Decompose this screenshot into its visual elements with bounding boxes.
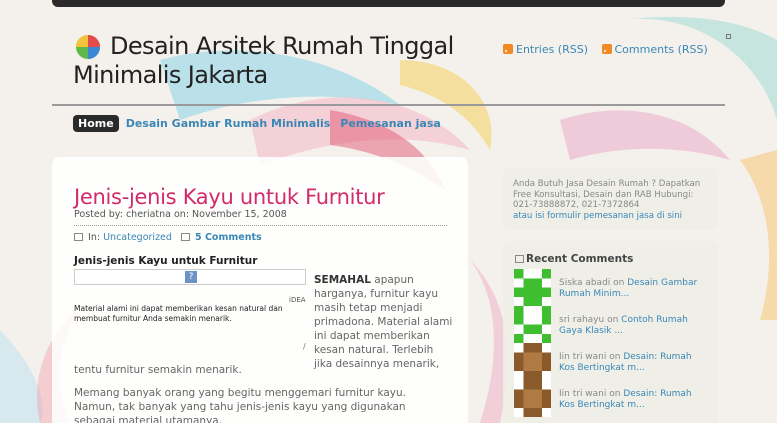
promo-text: Anda Butuh Jasa Desain Rumah ? Dapatkan … [513,179,701,210]
post-image: ? [74,269,306,285]
comment-author: Siska abadi [559,278,611,288]
promo-box: Anda Butuh Jasa Desain Rumah ? Dapatkan … [503,167,717,230]
post-categories: In: Uncategorized 5 Comments [74,232,262,243]
comment-entry: Iin tri wani on Desain: Rumah Kos Bertin… [559,389,709,411]
comment-author: Iin tri wani [559,352,607,362]
post-content: Jenis-jenis Kayu untuk Furnitur Posted b… [52,157,468,423]
post-subheading: Jenis-jenis Kayu untuk Furnitur [74,255,258,267]
post-meta: Posted by: cheriatna on: November 15, 20… [74,209,287,220]
identicon-avatar[interactable] [514,269,551,306]
identicon-avatar[interactable] [514,380,551,417]
rss-comments-link[interactable]: Comments (RSS) [601,43,708,56]
nav-desain-gambar[interactable]: Desain Gambar Rumah Minimalis [123,115,334,132]
rss-icon [503,44,513,54]
comment-entry: Iin tri wani on Desain: Rumah Kos Bertin… [559,352,709,374]
identicon-avatar[interactable] [514,306,551,343]
image-mark: / [303,342,306,351]
list-item: Siska abadi on Desain Gambar Rumah Minim… [514,269,714,306]
post-intro: SEMAHAL apapun harganya, furnitur kayu m… [314,273,454,371]
rss-links: Entries (RSS) Comments (RSS) [503,43,718,56]
image-caption: Material alami ini dapat memberikan kesa… [74,304,283,323]
intro-text: apapun harganya, furnitur kayu masih tet… [314,274,453,370]
folder-icon [74,233,83,241]
site-title[interactable]: Desain Arsitek Rumah Tinggal Minimalis J… [73,32,503,90]
post-intro-continued: tentu furnitur semakin menarik. [74,364,242,376]
site-header: Desain Arsitek Rumah Tinggal Minimalis J… [73,32,503,90]
comment-on: on [610,278,628,288]
recent-comments-widget: Recent Comments Siska abadi on Desain Ga… [503,241,717,423]
comment-on: on [604,315,622,325]
meta-divider [74,225,447,226]
in-label: In: [88,232,101,243]
nav-pemesanan-jasa[interactable]: Pemesanan jasa [337,115,444,132]
comment-author: Iin tri wani [559,389,607,399]
comment-entry: Siska abadi on Desain Gambar Rumah Minim… [559,278,709,300]
rss-icon [601,44,612,54]
comment-entry: sri rahayu on Contoh Rumah Gaya Klasik .… [559,315,709,337]
broken-image-icon: ? [185,271,197,283]
promo-link[interactable]: atau isi formulir pemesanan jasa di sini [513,211,682,221]
recent-comments-title: Recent Comments [515,253,633,265]
comment-author: sri rahayu [559,315,605,325]
main-nav: Home Desain Gambar Rumah Minimalis Pemes… [73,115,444,132]
intro-bold: SEMAHAL [314,274,371,286]
rss-entries-link[interactable]: Entries (RSS) [503,43,588,56]
recent-comments-label: Recent Comments [526,253,634,265]
post-paragraph: Memang banyak orang yang begitu menggema… [74,387,407,423]
identicon-avatar[interactable] [514,343,551,380]
comment-icon [181,233,190,241]
top-bar [52,0,725,7]
logo-icon [76,35,100,59]
list-item: sri rahayu on Contoh Rumah Gaya Klasik .… [514,306,714,343]
rss-entries-label: Entries (RSS) [516,43,588,56]
site-title-line2[interactable]: Minimalis Jakarta [73,61,268,89]
rss-comments-label: Comments (RSS) [614,43,708,56]
image-idea-label: iDEA [289,296,306,304]
post-title[interactable]: Jenis-jenis Kayu untuk Furnitur [74,185,385,209]
comments-icon [515,255,524,263]
site-title-line1[interactable]: Desain Arsitek Rumah Tinggal [73,32,503,61]
nav-home[interactable]: Home [73,115,119,132]
header-divider [52,104,725,106]
list-item: Iin tri wani on Desain: Rumah Kos Bertin… [514,380,714,417]
list-item: Iin tri wani on Desain: Rumah Kos Bertin… [514,343,714,380]
category-link[interactable]: Uncategorized [103,232,172,243]
comment-on: on [606,352,624,362]
comments-link[interactable]: 5 Comments [195,232,262,243]
comment-on: on [606,389,624,399]
small-square-icon[interactable] [726,34,731,39]
